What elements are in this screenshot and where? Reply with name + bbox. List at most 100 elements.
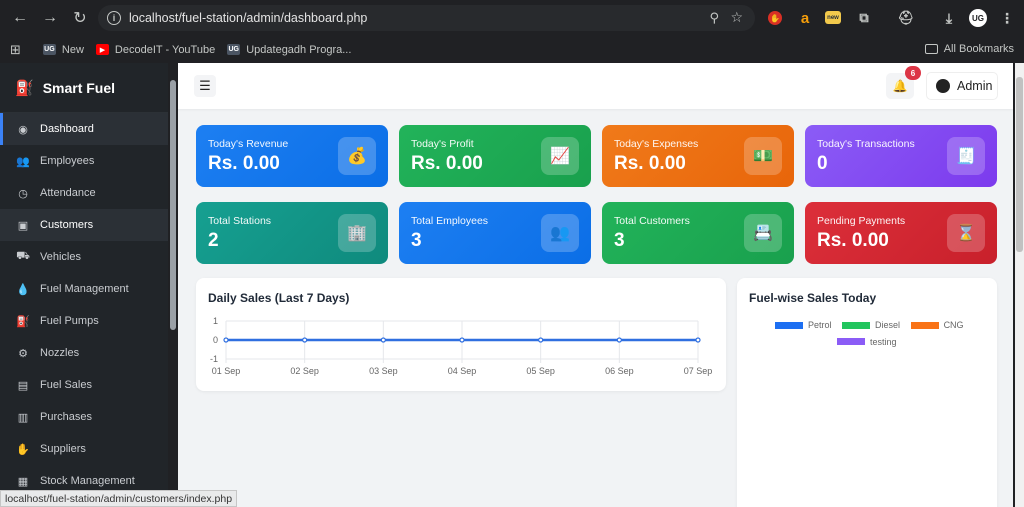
daily-sales-panel: Daily Sales (Last 7 Days) 1 0 -1 01 Sep 02 S… <box>196 278 726 391</box>
extension-shield-icon[interactable]: ✋ <box>768 11 782 25</box>
card-value: Rs. 0.00 <box>208 153 280 174</box>
data-point <box>538 337 544 343</box>
url-text[interactable]: localhost/fuel-station/admin/dashboard.p… <box>129 11 367 25</box>
sidebar-item-label: Fuel Sales <box>40 379 92 391</box>
bookmark-favicon: UG <box>42 44 56 55</box>
legend-item[interactable]: Diesel <box>842 320 900 330</box>
fuel-sales-panel: Fuel-wise Sales Today Petrol Diesel CNG … <box>737 278 997 507</box>
x-tick-label: 03 Sep <box>369 366 398 376</box>
address-bar[interactable]: i localhost/fuel-station/admin/dashboard… <box>98 5 755 31</box>
x-tick-label: 05 Sep <box>526 366 555 376</box>
profile-avatar[interactable]: UG <box>969 9 987 27</box>
data-point <box>302 337 308 343</box>
truck-icon: ⛟ <box>16 250 30 262</box>
zoom-icon[interactable]: ⚲ <box>709 10 719 26</box>
card-value: Rs. 0.00 <box>614 153 686 174</box>
bookmark-star-icon[interactable]: ☆ <box>730 9 743 26</box>
address-card-icon: ▣ <box>17 219 29 232</box>
sidebar-item-label: Vehicles <box>40 251 81 263</box>
handshake-icon: ✋ <box>16 443 30 456</box>
gas-pump-icon: ⛽ <box>16 315 30 328</box>
sidebar-item-label: Employees <box>40 155 95 167</box>
bookmark-label: Updategadh Progra... <box>246 43 352 56</box>
sidebar-item-label: Fuel Pumps <box>40 315 99 327</box>
card-label: Today's Profit <box>411 138 474 150</box>
droplet-icon: 💧 <box>16 283 30 296</box>
data-point <box>695 337 701 343</box>
hamburger-icon[interactable]: ☰ <box>194 75 216 97</box>
forward-icon[interactable]: → <box>36 4 64 32</box>
sidebar-item-label: Suppliers <box>40 443 86 455</box>
legend-label: testing <box>870 336 897 347</box>
site-info-icon[interactable]: i <box>107 11 121 25</box>
user-name: Admin <box>957 79 993 93</box>
download-icon[interactable]: ⤓ <box>940 9 958 27</box>
sidebar-item-fuel-management[interactable]: 💧 Fuel Management <box>0 273 168 305</box>
bookmark-label: DecodeIT - YouTube <box>114 43 216 56</box>
extension-badge-icon[interactable]: new <box>825 11 841 24</box>
stat-card-customers: Total Customers 3 📇 <box>602 202 794 264</box>
brand-name: Smart Fuel <box>42 79 116 96</box>
legend-item[interactable]: CNG <box>910 320 964 330</box>
data-point <box>380 337 386 343</box>
incognito-icon[interactable]: ⛑ <box>897 9 915 27</box>
sidebar-item-fuel-pumps[interactable]: ⛽ Fuel Pumps <box>0 305 168 337</box>
reload-icon[interactable]: ↻ <box>66 4 94 32</box>
card-label: Total Employees <box>411 215 489 227</box>
bookmark-item[interactable]: UG New <box>42 43 84 56</box>
legend-swatch <box>910 321 939 329</box>
stat-card-employees: Total Employees 3 👥 <box>399 202 591 264</box>
extension-amazon-icon[interactable]: a <box>796 9 814 27</box>
legend-item[interactable]: Petrol <box>775 320 832 330</box>
all-bookmarks[interactable]: All Bookmarks <box>924 43 1014 55</box>
sidebar-item-vehicles[interactable]: ⛟ Vehicles <box>0 241 168 273</box>
x-tick-label: 06 Sep <box>605 366 634 376</box>
extensions-puzzle-icon[interactable]: ⧉ <box>855 9 873 27</box>
sidebar-item-attendance[interactable]: ◷ Attendance <box>0 177 168 209</box>
bookmark-label: New <box>61 43 84 56</box>
x-tick-label: 07 Sep <box>684 366 713 376</box>
hourglass-icon: ⌛ <box>947 214 985 252</box>
sidebar-item-label: Purchases <box>40 411 92 423</box>
sidebar-item-nozzles[interactable]: ⚙ Nozzles <box>0 337 168 369</box>
daily-sales-chart: 1 0 -1 01 Sep 02 Sep 03 Sep 04 Sep 05 Sep 06 Sep… <box>210 316 713 376</box>
card-value: 0 <box>817 153 828 174</box>
bookmark-item[interactable]: ▶ DecodeIT - YouTube <box>95 43 216 56</box>
topbar: ☰ 🔔 6 Admin <box>178 63 1013 109</box>
building-icon: 🏢 <box>338 214 376 252</box>
money-bag-icon: 💰 <box>338 137 376 175</box>
brand[interactable]: ⛽ Smart Fuel <box>0 63 168 113</box>
x-tick-label: 02 Sep <box>290 366 319 376</box>
sidebar-item-suppliers[interactable]: ✋ Suppliers <box>0 433 168 465</box>
scrollbar-thumb[interactable] <box>1016 77 1023 252</box>
sidebar-item-customers[interactable]: ▣ Customers <box>0 209 168 241</box>
y-tick-label: 0 <box>213 335 218 345</box>
card-value: Rs. 0.00 <box>411 153 483 174</box>
bookmark-favicon: UG <box>227 44 241 55</box>
card-value: 3 <box>411 230 422 251</box>
clock-icon: ◷ <box>18 187 28 200</box>
legend-label: Diesel <box>875 320 901 330</box>
stat-card-stations: Total Stations 2 🏢 <box>196 202 388 264</box>
money-bill-icon: 💵 <box>744 137 782 175</box>
page-scrollbar[interactable] <box>1015 63 1024 507</box>
sidebar-item-label: Attendance <box>40 187 96 199</box>
folder-icon <box>924 44 938 54</box>
apps-grid-icon[interactable]: ⊞ <box>10 42 21 58</box>
users-icon: 👥 <box>541 214 579 252</box>
sidebar-item-dashboard[interactable]: ◉ Dashboard <box>0 113 168 145</box>
sidebar-item-fuel-sales[interactable]: ▤ Fuel Sales <box>0 369 168 401</box>
data-point <box>223 337 229 343</box>
legend-item[interactable]: testing <box>837 337 897 347</box>
data-point <box>459 337 465 343</box>
back-icon[interactable]: ← <box>6 4 34 32</box>
legend-swatch <box>842 321 871 329</box>
chart-line-icon: 📈 <box>541 137 579 175</box>
bookmark-item[interactable]: UG Updategadh Progra... <box>227 44 351 56</box>
sidebar-item-purchases[interactable]: ▥ Purchases <box>0 401 168 433</box>
menu-kebab-icon[interactable]: ⋮ <box>998 9 1016 27</box>
sidebar-scrollbar[interactable] <box>170 80 176 330</box>
notification-badge: 6 <box>905 66 921 80</box>
sidebar-item-employees[interactable]: 👥 Employees <box>0 145 168 177</box>
user-menu[interactable]: Admin <box>926 72 998 100</box>
